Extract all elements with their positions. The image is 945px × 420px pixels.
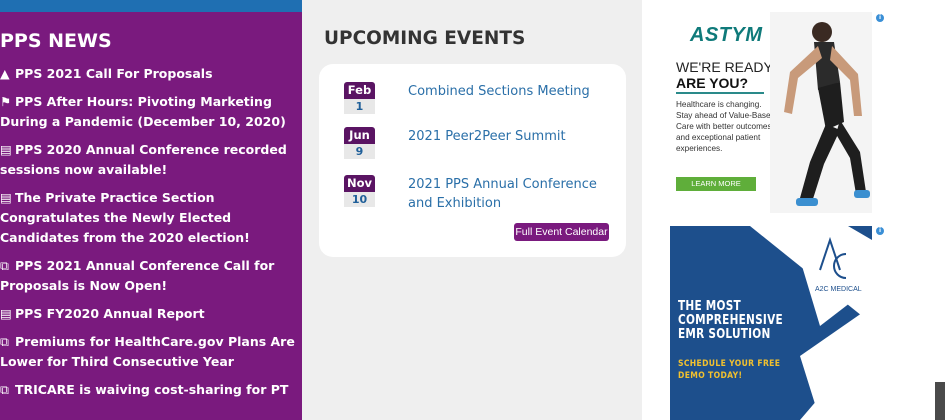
news-panel: PPS NEWS ▲ PPS 2021 Call For Proposals ⚑ PP… [0, 0, 302, 420]
astym-logo: ASTYM [690, 24, 763, 46]
events-panel: UPCOMING EVENTS Full Event Calendar Feb 1… [302, 0, 642, 420]
news-item[interactable]: ▲ PPS 2021 Call For Proposals [0, 64, 295, 84]
runner-photo [770, 12, 872, 213]
newspaper-icon: ▤ [0, 306, 12, 321]
news-item-text: The Private Practice Section Congratulat… [0, 190, 250, 245]
warning-icon: ▲ [0, 66, 10, 81]
event-link[interactable]: 2021 Peer2Peer Summit [408, 127, 608, 146]
news-item[interactable]: ⧉ TRICARE is waiving cost-sharing for PT [0, 380, 295, 400]
event-row: Feb 1 Combined Sections Meeting [319, 82, 626, 122]
external-link-icon: ⧉ [0, 382, 9, 397]
event-date-badge: Jun 9 [344, 127, 375, 159]
ad-info-icon-2[interactable]: i [876, 227, 884, 235]
astym-divider [676, 92, 764, 94]
newspaper-icon: ▤ [0, 190, 12, 205]
event-month: Nov [344, 175, 375, 192]
astym-headline-1: WE'RE READY. [676, 59, 775, 75]
event-month: Jun [344, 127, 375, 144]
news-top-bar [0, 0, 302, 12]
news-item[interactable]: ⧉ PPS 2021 Annual Conference Call for Pro… [0, 256, 295, 296]
news-item-text: PPS FY2020 Annual Report [15, 306, 205, 321]
event-month: Feb [344, 82, 375, 99]
a2c-subline: SCHEDULE YOUR FREE DEMO TODAY! [678, 359, 781, 381]
events-title: UPCOMING EVENTS [324, 28, 526, 49]
event-link[interactable]: Combined Sections Meeting [408, 82, 608, 101]
external-link-icon: ⧉ [0, 334, 9, 349]
event-day: 1 [344, 99, 375, 114]
news-item[interactable]: ⚑ PPS After Hours: Pivoting Marketing Dur… [0, 92, 295, 132]
news-item[interactable]: ⧉ Premiums for HealthCare.gov Plans Are L… [0, 332, 295, 372]
news-item-text: PPS 2021 Annual Conference Call for Prop… [0, 258, 275, 293]
flag-icon: ⚑ [0, 94, 12, 109]
news-item-text: TRICARE is waiving cost-sharing for PT [15, 382, 289, 397]
news-item[interactable]: ▤ The Private Practice Section Congratula… [0, 188, 295, 248]
astym-ad[interactable]: ASTYM WE'RE READY. ARE YOU? Healthcare i… [670, 12, 872, 213]
full-event-calendar-button[interactable]: Full Event Calendar [514, 223, 609, 241]
news-item-text: Premiums for HealthCare.gov Plans Are Lo… [0, 334, 295, 369]
astym-learn-more-button[interactable]: LEARN MORE [676, 177, 756, 191]
news-item-text: PPS 2020 Annual Conference recorded sess… [0, 142, 287, 177]
news-item[interactable]: ▤ PPS FY2020 Annual Report [0, 304, 295, 324]
event-date-badge: Nov 10 [344, 175, 375, 207]
a2c-headline: THE MOST COMPREHENSIVE EMR SOLUTION [678, 298, 783, 342]
news-title: PPS NEWS [0, 30, 112, 52]
scroll-to-top-widget[interactable] [935, 382, 945, 420]
events-card: Full Event Calendar Feb 1 Combined Section… [319, 64, 626, 257]
news-item[interactable]: ▤ PPS 2020 Annual Conference recorded ses… [0, 140, 295, 180]
ad-info-icon[interactable]: i [876, 14, 884, 22]
news-item-text: PPS 2021 Call For Proposals [15, 66, 213, 81]
event-row: Nov 10 2021 PPS Annual Conference and Exhi… [319, 175, 626, 215]
event-date-badge: Feb 1 [344, 82, 375, 114]
news-list: ▲ PPS 2021 Call For Proposals ⚑ PPS After H… [0, 64, 295, 408]
a2c-logo-text: A2C MEDICAL [815, 286, 862, 293]
external-link-icon: ⧉ [0, 258, 9, 273]
event-row: Jun 9 2021 Peer2Peer Summit [319, 127, 626, 167]
astym-headline-2: ARE YOU? [676, 75, 749, 91]
newspaper-icon: ▤ [0, 142, 12, 157]
event-day: 10 [344, 192, 375, 207]
a2c-medical-ad[interactable]: A2C MEDICAL THE MOST COMPREHENSIVE EMR S… [670, 226, 872, 420]
news-item-text: PPS After Hours: Pivoting Marketing Duri… [0, 94, 286, 129]
astym-body-text: Healthcare is changing. Stay ahead of Va… [676, 100, 776, 153]
event-day: 9 [344, 144, 375, 159]
event-link[interactable]: 2021 PPS Annual Conference and Exhibitio… [408, 175, 608, 213]
